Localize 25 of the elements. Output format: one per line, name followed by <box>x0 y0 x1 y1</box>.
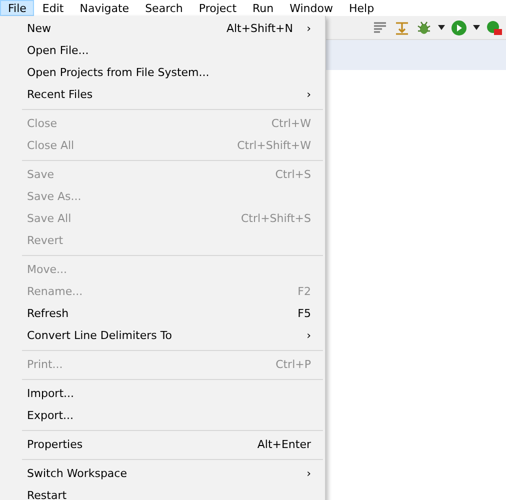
menu-bar-item[interactable]: Run <box>244 0 282 16</box>
menu-bar-item[interactable]: Window <box>282 0 341 16</box>
menu-item[interactable]: Export... <box>0 405 325 427</box>
menu-bar-item[interactable]: Edit <box>34 0 72 16</box>
bug-icon[interactable] <box>416 20 432 36</box>
run-icon[interactable] <box>451 20 467 36</box>
menu-item[interactable]: Convert Line Delimiters To › <box>0 325 325 347</box>
menu-bar-item[interactable]: Help <box>340 0 382 16</box>
menu-item[interactable]: Import... <box>0 383 325 405</box>
menu-item[interactable]: Properties Alt+Enter <box>0 434 325 456</box>
menu-item[interactable]: Switch Workspace › <box>0 463 325 485</box>
menu-item[interactable]: Open Projects from File System... <box>0 62 325 84</box>
caret-icon[interactable] <box>473 25 480 30</box>
run-config-icon[interactable] <box>486 20 502 36</box>
menu-bar-item[interactable]: Navigate <box>72 0 138 16</box>
menu-item[interactable]: Recent Files › <box>0 84 325 106</box>
menu-item[interactable]: Open File... <box>0 40 325 62</box>
list-icon[interactable] <box>372 20 388 36</box>
menu-bar-item[interactable]: File <box>0 0 34 16</box>
step-icon[interactable] <box>394 20 410 36</box>
menu-bar-item[interactable]: Project <box>190 0 245 16</box>
menu-item[interactable]: Refresh F5 <box>0 303 325 325</box>
caret-icon[interactable] <box>438 25 445 30</box>
menu-item[interactable]: Restart <box>0 485 325 500</box>
menu-bar-item[interactable]: Search <box>137 0 191 16</box>
